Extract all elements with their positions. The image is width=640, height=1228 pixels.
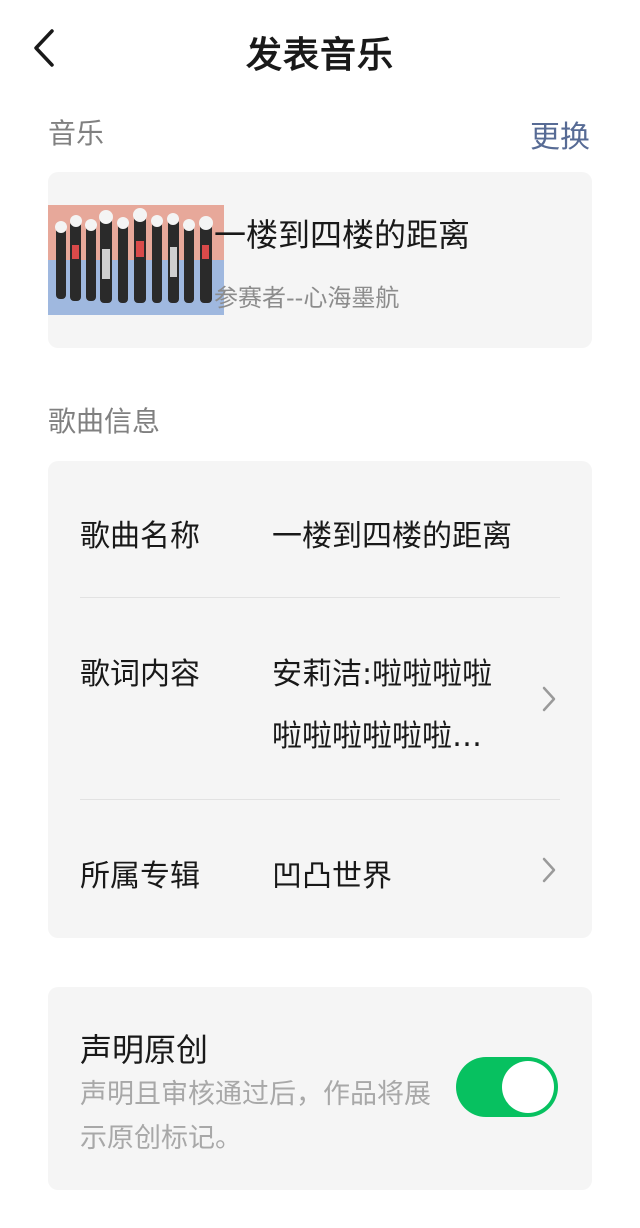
lyrics-label: 歌词内容 xyxy=(80,657,200,692)
selected-music-card[interactable] xyxy=(48,172,592,348)
album-value: 凹凸世界 xyxy=(272,859,392,894)
album-label: 所属专辑 xyxy=(80,859,200,894)
album-cover-image xyxy=(48,205,224,315)
lyrics-value-line1: 安莉洁:啦啦啦啦 xyxy=(272,657,493,692)
chevron-right-icon xyxy=(542,686,556,712)
song-name-value: 一楼到四楼的距离 xyxy=(272,519,512,554)
lyrics-row[interactable] xyxy=(48,598,592,799)
header: 发表音乐 xyxy=(0,0,640,100)
change-music-button[interactable]: 更换 xyxy=(530,112,590,156)
originality-description: 声明且审核通过后，作品将展示原创标记。 xyxy=(80,1079,431,1154)
chevron-right-icon xyxy=(542,857,556,883)
song-info-card: 歌曲名称 一楼到四楼的距离 歌词内容 安莉洁:啦啦啦啦 啦啦啦啦啦啦… 所属专辑… xyxy=(48,461,592,938)
music-card-artist: 参赛者--心海墨航 xyxy=(214,284,400,312)
music-card-title: 一楼到四楼的距离 xyxy=(214,216,471,254)
originality-title: 声明原创 xyxy=(80,1031,209,1069)
song-name-label: 歌曲名称 xyxy=(80,519,200,554)
music-section-label: 音乐 xyxy=(48,117,105,150)
originality-toggle[interactable] xyxy=(456,1057,558,1117)
page-title: 发表音乐 xyxy=(245,35,394,76)
song-info-section-label: 歌曲信息 xyxy=(48,405,161,438)
originality-card: 声明原创 声明且审核通过后，作品将展示原创标记。 xyxy=(48,987,592,1190)
lyrics-value-line2: 啦啦啦啦啦啦… xyxy=(272,719,482,754)
toggle-knob xyxy=(502,1061,554,1113)
publish-music-page: 发表音乐 音乐 更换 一楼到四楼的距离 参赛者--心海墨航 歌曲信息 歌曲名称 … xyxy=(0,0,640,1228)
